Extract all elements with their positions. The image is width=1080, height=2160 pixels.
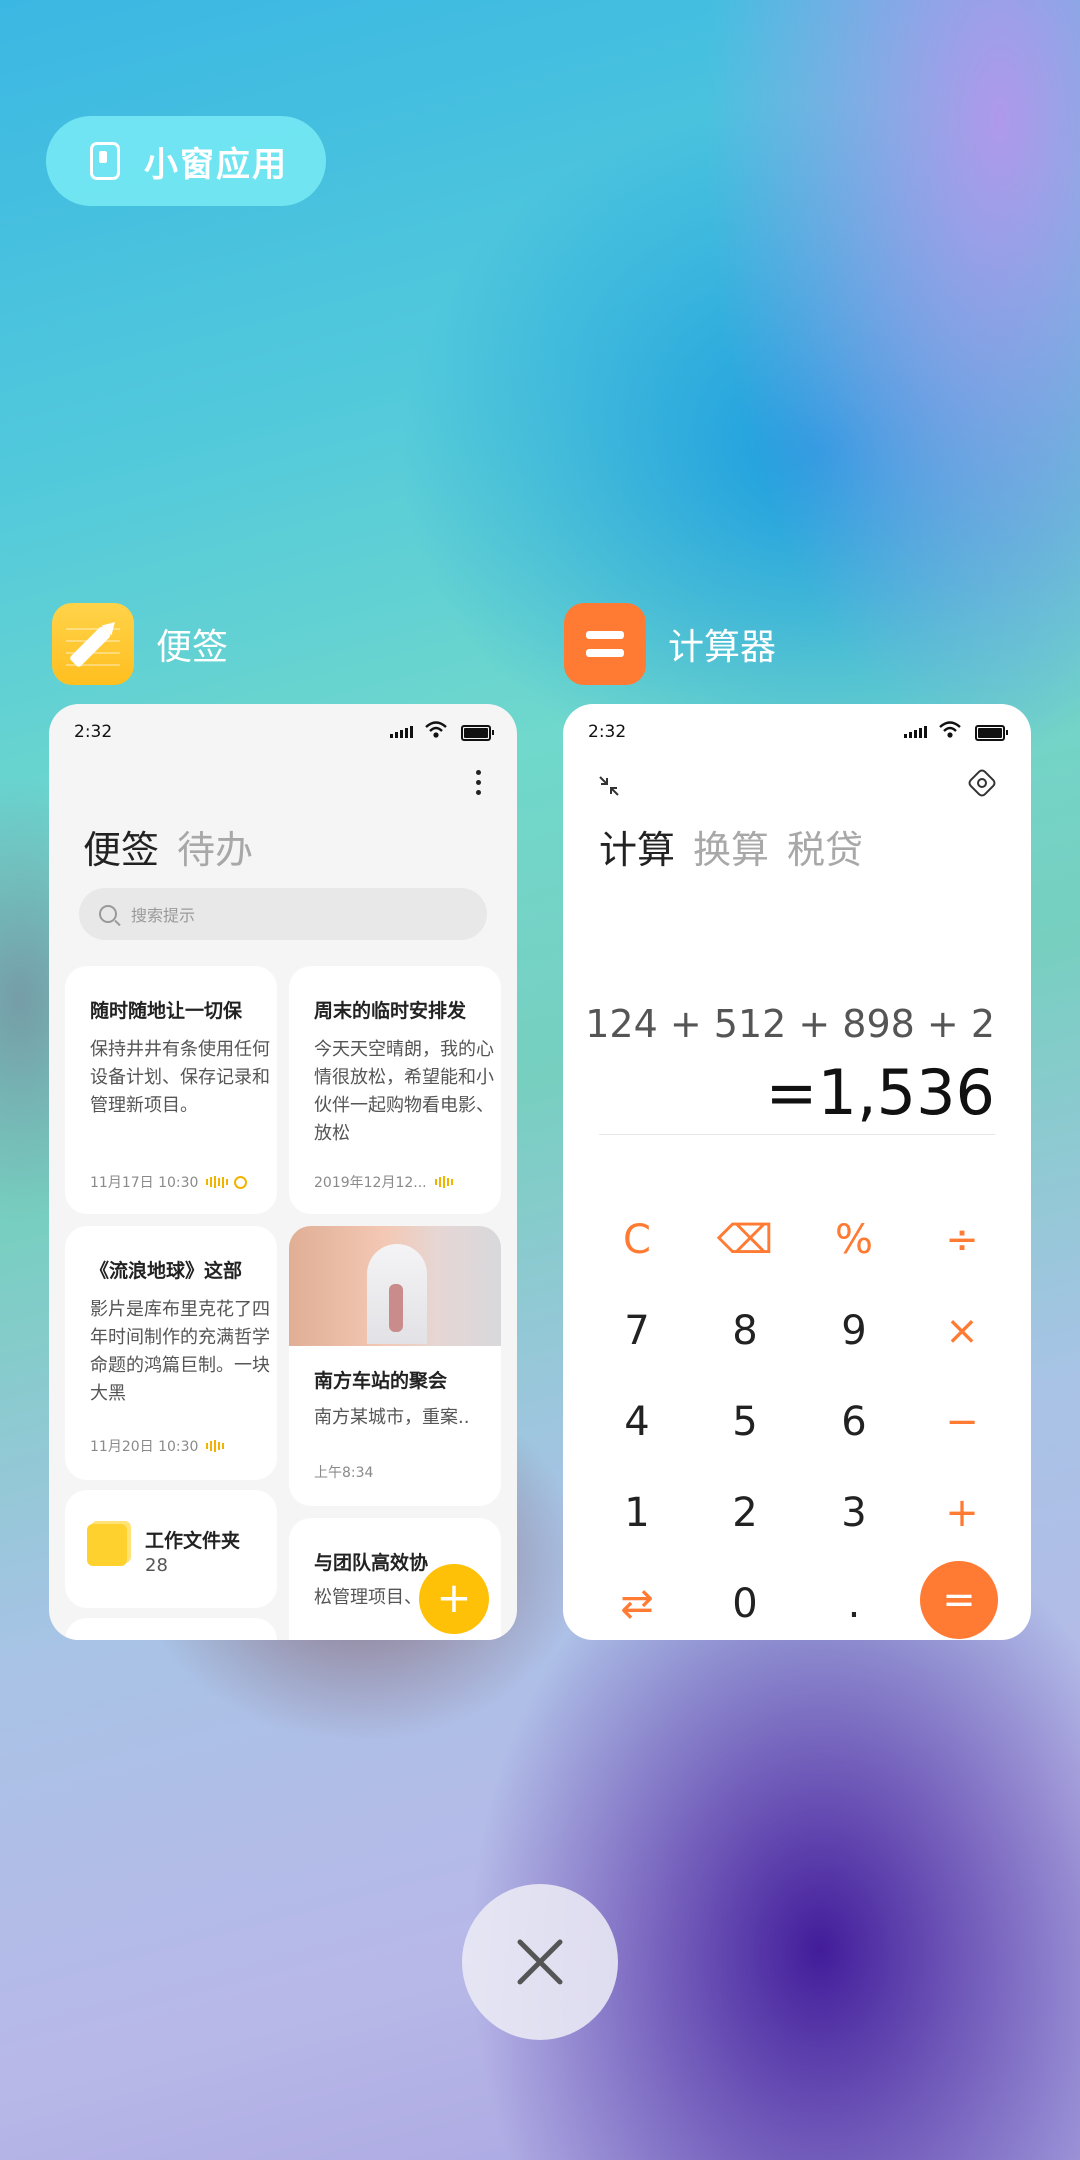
tab-calculate[interactable]: 计算	[599, 828, 675, 872]
note-title: 《流浪地球》这部	[90, 1260, 243, 1282]
note-meta: 11月17日 10:30	[90, 1172, 248, 1192]
calculator-tabs: 计算 换算 税贷	[599, 819, 881, 874]
search-input[interactable]: 搜索提示	[79, 888, 487, 940]
calculator-equals-icon	[564, 603, 646, 685]
note-body: 今天天空晴朗，我的心情很放松，希望能和小伙伴一起购物看电影、放松	[314, 1039, 494, 1144]
note-date: 2019年12月12...	[314, 1175, 427, 1191]
more-options-icon[interactable]	[475, 770, 481, 795]
folder-count: 28	[145, 1555, 168, 1576]
audio-icon	[206, 1176, 229, 1188]
note-card[interactable]: 随时随地让一切保 保持井井有条使用任何设备计划、保存记录和管理新项目。 11月1…	[65, 966, 277, 1214]
folder-icon	[87, 1524, 127, 1566]
search-icon	[99, 905, 117, 923]
close-icon	[517, 1939, 563, 1985]
audio-icon	[206, 1440, 225, 1452]
key-backspace[interactable]: ⌫	[702, 1197, 788, 1283]
app-header-notes[interactable]: 便签	[52, 603, 228, 685]
note-card[interactable]	[65, 1618, 277, 1640]
notes-pencil-icon	[52, 603, 134, 685]
note-date: 上午8:34	[314, 1465, 374, 1481]
divider	[599, 1134, 995, 1135]
folder-name: 工作文件夹	[145, 1530, 241, 1552]
note-image	[289, 1226, 501, 1346]
tab-notes[interactable]: 便签	[83, 828, 159, 872]
note-title: 南方车站的聚会	[314, 1370, 448, 1392]
battery-icon	[461, 725, 494, 741]
key-plus[interactable]: +	[919, 1470, 1005, 1556]
signal-icon	[390, 726, 413, 738]
floating-window-icon	[90, 142, 120, 180]
note-card[interactable]: 《流浪地球》这部 影片是库布里克花了四年时间制作的充满哲学命题的鸿篇巨制。一块大…	[65, 1226, 277, 1480]
collapse-icon[interactable]	[597, 774, 621, 798]
notes-app-card[interactable]: 2:32 便签 待办 搜索提示 随时随地让一切保 保持井井有条使用任何设备计划、保…	[49, 704, 517, 1640]
audio-icon	[434, 1176, 453, 1188]
floating-window-label: 小窗应用	[144, 144, 288, 185]
note-title: 与团队高效协	[314, 1552, 429, 1574]
tab-tax-loan[interactable]: 税贷	[787, 828, 863, 872]
key-6[interactable]: 6	[811, 1379, 897, 1465]
key-7[interactable]: 7	[594, 1288, 680, 1374]
expression-display: 124 + 512 + 898 + 2	[585, 1002, 995, 1046]
key-5[interactable]: 5	[702, 1379, 788, 1465]
alarm-icon	[234, 1175, 248, 1189]
status-bar: 2:32	[563, 718, 1031, 748]
key-clear[interactable]: C	[594, 1197, 680, 1283]
key-0[interactable]: 0	[702, 1561, 788, 1640]
app-name-calculator: 计算器	[668, 627, 777, 668]
battery-icon	[975, 725, 1008, 741]
key-4[interactable]: 4	[594, 1379, 680, 1465]
key-switch-mode[interactable]: ⇄	[594, 1561, 680, 1640]
close-all-button[interactable]	[462, 1884, 618, 2040]
key-2[interactable]: 2	[702, 1470, 788, 1556]
result-display: =1,536	[765, 1056, 995, 1129]
note-body: 保持井井有条使用任何设备计划、保存记录和管理新项目。	[90, 1039, 270, 1116]
settings-gear-icon[interactable]	[966, 767, 998, 799]
key-percent[interactable]: %	[811, 1197, 897, 1283]
key-minus[interactable]: −	[919, 1379, 1005, 1465]
key-3[interactable]: 3	[811, 1470, 897, 1556]
key-equals[interactable]: =	[920, 1561, 998, 1639]
wifi-icon	[425, 721, 447, 738]
tab-todo[interactable]: 待办	[177, 828, 253, 872]
note-card-image[interactable]: 南方车站的聚会 南方某城市，重案.. 上午8:34	[289, 1226, 501, 1506]
note-meta: 上午8:34	[314, 1462, 373, 1482]
folder-card[interactable]: 工作文件夹 28	[65, 1490, 277, 1608]
note-body: 影片是库布里克花了四年时间制作的充满哲学命题的鸿篇巨制。一块大黑	[90, 1299, 270, 1404]
calculator-app-card[interactable]: 2:32 计算 换算 税贷 124 + 512 + 898 + 2 =1,536 C…	[563, 704, 1031, 1640]
wifi-icon	[939, 721, 961, 738]
key-multiply[interactable]: ×	[919, 1288, 1005, 1374]
note-meta: 11月20日 10:30	[90, 1436, 225, 1456]
status-time: 2:32	[74, 722, 113, 742]
app-name-notes: 便签	[156, 627, 229, 668]
app-header-calculator[interactable]: 计算器	[564, 603, 776, 685]
key-9[interactable]: 9	[811, 1288, 897, 1374]
key-decimal[interactable]: .	[811, 1561, 897, 1640]
status-time: 2:32	[588, 722, 627, 742]
note-card[interactable]: 周末的临时安排发 今天天空晴朗，我的心情很放松，希望能和小伙伴一起购物看电影、放…	[289, 966, 501, 1214]
note-date: 11月17日 10:30	[90, 1175, 199, 1191]
note-body: 南方某城市，重案..	[314, 1407, 470, 1428]
note-meta: 2019年12月12...	[314, 1172, 453, 1192]
status-bar: 2:32	[49, 718, 517, 748]
add-note-button[interactable]: +	[419, 1564, 489, 1634]
notes-tabs: 便签 待办	[83, 819, 271, 874]
tab-convert[interactable]: 换算	[693, 828, 769, 872]
note-title: 周末的临时安排发	[314, 1000, 467, 1022]
note-date: 11月20日 10:30	[90, 1439, 199, 1455]
floating-window-button[interactable]: 小窗应用	[46, 116, 326, 206]
key-1[interactable]: 1	[594, 1470, 680, 1556]
key-divide[interactable]: ÷	[919, 1197, 1005, 1283]
note-title: 随时随地让一切保	[90, 1000, 243, 1022]
search-placeholder: 搜索提示	[131, 906, 196, 925]
signal-icon	[904, 726, 927, 738]
key-8[interactable]: 8	[702, 1288, 788, 1374]
